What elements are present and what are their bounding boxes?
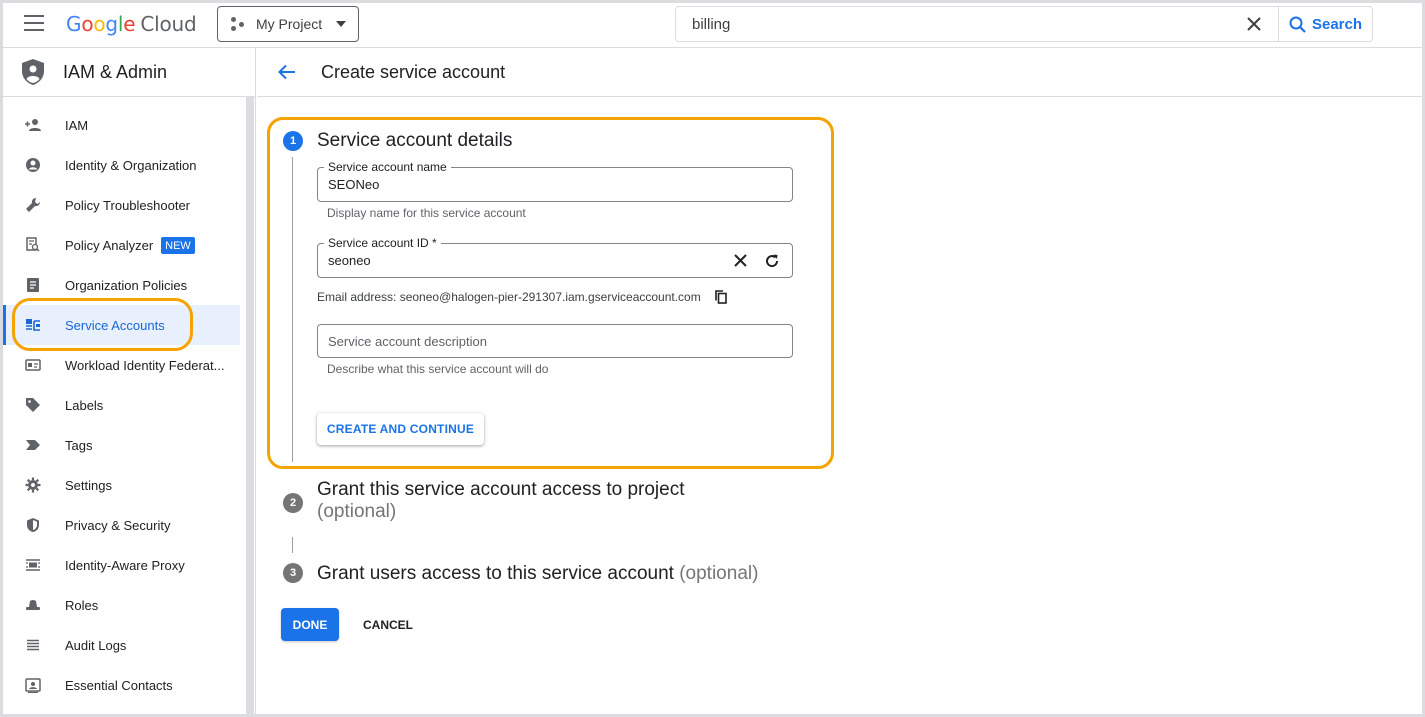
sidebar-item-settings[interactable]: Settings xyxy=(3,465,240,505)
label-tag-icon xyxy=(24,396,42,414)
step-3-number: 3 xyxy=(283,563,303,583)
caret-down-icon xyxy=(336,21,347,27)
refresh-id-icon[interactable] xyxy=(760,249,784,273)
step-3-title[interactable]: Grant users access to this service accou… xyxy=(317,563,758,585)
step-1-number: 1 xyxy=(283,131,303,151)
step-3-optional: (optional) xyxy=(679,563,759,584)
google-cloud-logo[interactable]: Google Cloud xyxy=(66,12,197,36)
person-add-icon xyxy=(24,116,42,134)
page-title: Create service account xyxy=(321,61,506,82)
sidebar-item-workload-identity-federation[interactable]: Workload Identity Federat... xyxy=(3,345,240,385)
main-menu-icon[interactable] xyxy=(24,15,44,31)
clear-search-icon[interactable] xyxy=(1230,7,1278,41)
sidebar-item-iam[interactable]: IAM xyxy=(3,105,240,145)
email-address-text: Email address: seoneo@halogen-pier-29130… xyxy=(317,290,701,304)
service-account-name-field: Service account name xyxy=(317,160,793,202)
step-2-number: 2 xyxy=(283,493,303,513)
search-bar: Search xyxy=(675,6,1373,42)
sidebar-header: IAM & Admin xyxy=(0,48,256,97)
sidebar-item-audit-logs[interactable]: Audit Logs xyxy=(3,625,240,665)
hat-icon xyxy=(24,596,42,614)
id-field-label: Service account ID * xyxy=(324,236,441,250)
step-1-title: Service account details xyxy=(317,130,513,151)
page-header: Create service account xyxy=(257,48,1425,97)
search-icon xyxy=(1289,16,1306,33)
sidebar-item-policy-analyzer[interactable]: Policy Analyzer NEW xyxy=(3,225,240,265)
iam-shield-icon xyxy=(22,59,44,85)
copy-icon[interactable] xyxy=(714,290,727,304)
wrench-icon xyxy=(24,196,42,214)
sidebar-item-service-accounts[interactable]: Service Accounts xyxy=(3,305,240,345)
cancel-button[interactable]: CANCEL xyxy=(350,608,426,641)
service-account-description-field xyxy=(317,324,793,358)
name-field-label: Service account name xyxy=(324,160,451,174)
top-bar: GoogleCloud My Project Search xyxy=(0,0,1425,48)
shield-icon xyxy=(24,516,42,534)
sidebar-title: IAM & Admin xyxy=(63,61,168,82)
sidebar-item-privacy-security[interactable]: Privacy & Security xyxy=(3,505,240,545)
email-address-line: Email address: seoneo@halogen-pier-29130… xyxy=(317,290,727,304)
clear-id-icon[interactable] xyxy=(728,249,752,273)
create-and-continue-button[interactable]: CREATE AND CONTINUE xyxy=(317,413,484,445)
search-input[interactable] xyxy=(676,7,1230,41)
list-document-icon xyxy=(24,276,42,294)
sidebar-item-tags[interactable]: Tags xyxy=(3,425,240,465)
id-card-icon xyxy=(24,356,42,374)
sidebar-item-organization-policies[interactable]: Organization Policies xyxy=(3,265,240,305)
name-field-hint: Display name for this service account xyxy=(327,206,526,220)
description-field-hint: Describe what this service account will … xyxy=(327,362,549,376)
stepper-connector-2 xyxy=(292,537,293,553)
sidebar-item-identity-aware-proxy[interactable]: Identity-Aware Proxy xyxy=(3,545,240,585)
new-badge: NEW xyxy=(161,236,195,254)
sidebar-item-roles[interactable]: Roles xyxy=(3,585,240,625)
proxy-icon xyxy=(24,556,42,574)
sidebar-item-essential-contacts[interactable]: Essential Contacts xyxy=(3,665,240,705)
sidebar-item-identity-organization[interactable]: Identity & Organization xyxy=(3,145,240,185)
tag-arrow-icon xyxy=(24,436,42,454)
back-arrow-icon[interactable] xyxy=(275,60,299,84)
sidebar-item-labels[interactable]: Labels xyxy=(3,385,240,425)
stepper-connector xyxy=(292,157,293,462)
sidebar: IAM Identity & Organization Policy Troub… xyxy=(0,97,256,717)
list-lines-icon xyxy=(24,636,42,654)
gear-icon xyxy=(24,476,42,494)
done-button[interactable]: DONE xyxy=(281,608,339,641)
contact-card-icon xyxy=(24,676,42,694)
step-2-title[interactable]: Grant this service account access to pro… xyxy=(317,479,685,523)
service-account-icon xyxy=(24,316,42,334)
service-account-id-field: Service account ID * xyxy=(317,236,793,278)
project-name: My Project xyxy=(256,16,323,32)
document-search-icon xyxy=(24,236,42,254)
project-picker-button[interactable]: My Project xyxy=(217,6,359,42)
service-account-description-input[interactable] xyxy=(318,325,792,357)
sidebar-item-policy-troubleshooter[interactable]: Policy Troubleshooter xyxy=(3,185,240,225)
search-button[interactable]: Search xyxy=(1278,7,1372,41)
sidebar-scrollbar[interactable] xyxy=(246,97,254,717)
account-circle-icon xyxy=(24,156,42,174)
project-nodes-icon xyxy=(230,16,246,32)
step-2-optional: (optional) xyxy=(317,501,397,522)
